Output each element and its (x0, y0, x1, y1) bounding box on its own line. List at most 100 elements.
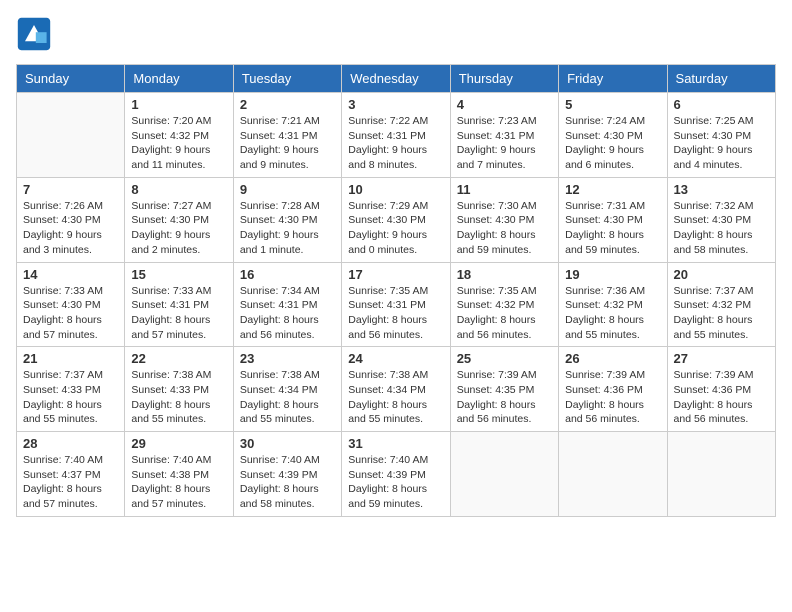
day-info: Sunrise: 7:29 AMSunset: 4:30 PMDaylight:… (348, 199, 443, 258)
day-cell: 28 Sunrise: 7:40 AMSunset: 4:37 PMDayligh… (17, 432, 125, 517)
day-cell: 13 Sunrise: 7:32 AMSunset: 4:30 PMDayligh… (667, 177, 775, 262)
day-number: 11 (457, 182, 552, 197)
day-number: 27 (674, 351, 769, 366)
day-cell: 31 Sunrise: 7:40 AMSunset: 4:39 PMDayligh… (342, 432, 450, 517)
header-thursday: Thursday (450, 65, 558, 93)
day-number: 24 (348, 351, 443, 366)
logo-icon (16, 16, 52, 52)
day-info: Sunrise: 7:33 AMSunset: 4:31 PMDaylight:… (131, 284, 226, 343)
day-info: Sunrise: 7:37 AMSunset: 4:32 PMDaylight:… (674, 284, 769, 343)
day-number: 29 (131, 436, 226, 451)
day-cell: 21 Sunrise: 7:37 AMSunset: 4:33 PMDayligh… (17, 347, 125, 432)
day-number: 19 (565, 267, 660, 282)
day-number: 13 (674, 182, 769, 197)
day-info: Sunrise: 7:40 AMSunset: 4:37 PMDaylight:… (23, 453, 118, 512)
week-row-3: 21 Sunrise: 7:37 AMSunset: 4:33 PMDayligh… (17, 347, 776, 432)
day-info: Sunrise: 7:24 AMSunset: 4:30 PMDaylight:… (565, 114, 660, 173)
day-number: 23 (240, 351, 335, 366)
day-cell: 16 Sunrise: 7:34 AMSunset: 4:31 PMDayligh… (233, 262, 341, 347)
day-number: 5 (565, 97, 660, 112)
day-cell (667, 432, 775, 517)
day-info: Sunrise: 7:40 AMSunset: 4:38 PMDaylight:… (131, 453, 226, 512)
header-monday: Monday (125, 65, 233, 93)
week-row-0: 1 Sunrise: 7:20 AMSunset: 4:32 PMDaylight… (17, 93, 776, 178)
header-row: SundayMondayTuesdayWednesdayThursdayFrid… (17, 65, 776, 93)
day-info: Sunrise: 7:23 AMSunset: 4:31 PMDaylight:… (457, 114, 552, 173)
day-number: 7 (23, 182, 118, 197)
day-info: Sunrise: 7:20 AMSunset: 4:32 PMDaylight:… (131, 114, 226, 173)
day-info: Sunrise: 7:34 AMSunset: 4:31 PMDaylight:… (240, 284, 335, 343)
day-cell: 4 Sunrise: 7:23 AMSunset: 4:31 PMDaylight… (450, 93, 558, 178)
day-number: 20 (674, 267, 769, 282)
day-cell: 25 Sunrise: 7:39 AMSunset: 4:35 PMDayligh… (450, 347, 558, 432)
day-info: Sunrise: 7:30 AMSunset: 4:30 PMDaylight:… (457, 199, 552, 258)
day-cell: 5 Sunrise: 7:24 AMSunset: 4:30 PMDaylight… (559, 93, 667, 178)
day-cell: 2Sunrise: 7:21 AMSunset: 4:31 PMDaylight… (233, 93, 341, 178)
header-sunday: Sunday (17, 65, 125, 93)
day-info: Sunrise: 7:35 AMSunset: 4:31 PMDaylight:… (348, 284, 443, 343)
day-info: Sunrise: 7:22 AMSunset: 4:31 PMDaylight:… (348, 114, 443, 173)
day-number: 14 (23, 267, 118, 282)
day-cell: 19 Sunrise: 7:36 AMSunset: 4:32 PMDayligh… (559, 262, 667, 347)
day-cell: 15 Sunrise: 7:33 AMSunset: 4:31 PMDayligh… (125, 262, 233, 347)
day-info: Sunrise: 7:38 AMSunset: 4:33 PMDaylight:… (131, 368, 226, 427)
day-info: Sunrise: 7:25 AMSunset: 4:30 PMDaylight:… (674, 114, 769, 173)
day-info: Sunrise: 7:27 AMSunset: 4:30 PMDaylight:… (131, 199, 226, 258)
day-info: Sunrise: 7:36 AMSunset: 4:32 PMDaylight:… (565, 284, 660, 343)
day-cell: 8 Sunrise: 7:27 AMSunset: 4:30 PMDaylight… (125, 177, 233, 262)
day-cell: 29 Sunrise: 7:40 AMSunset: 4:38 PMDayligh… (125, 432, 233, 517)
week-row-2: 14 Sunrise: 7:33 AMSunset: 4:30 PMDayligh… (17, 262, 776, 347)
day-cell: 11 Sunrise: 7:30 AMSunset: 4:30 PMDayligh… (450, 177, 558, 262)
day-cell: 1 Sunrise: 7:20 AMSunset: 4:32 PMDaylight… (125, 93, 233, 178)
day-number: 30 (240, 436, 335, 451)
week-row-4: 28 Sunrise: 7:40 AMSunset: 4:37 PMDayligh… (17, 432, 776, 517)
day-number: 8 (131, 182, 226, 197)
day-info: Sunrise: 7:31 AMSunset: 4:30 PMDaylight:… (565, 199, 660, 258)
day-number: 1 (131, 97, 226, 112)
day-number: 3 (348, 97, 443, 112)
day-number: 25 (457, 351, 552, 366)
day-info: Sunrise: 7:33 AMSunset: 4:30 PMDaylight:… (23, 284, 118, 343)
day-cell (559, 432, 667, 517)
header-tuesday: Tuesday (233, 65, 341, 93)
day-cell: 7 Sunrise: 7:26 AMSunset: 4:30 PMDaylight… (17, 177, 125, 262)
day-info: Sunrise: 7:35 AMSunset: 4:32 PMDaylight:… (457, 284, 552, 343)
day-cell: 30 Sunrise: 7:40 AMSunset: 4:39 PMDayligh… (233, 432, 341, 517)
week-row-1: 7 Sunrise: 7:26 AMSunset: 4:30 PMDaylight… (17, 177, 776, 262)
day-number: 4 (457, 97, 552, 112)
day-cell: 23 Sunrise: 7:38 AMSunset: 4:34 PMDayligh… (233, 347, 341, 432)
day-cell: 12 Sunrise: 7:31 AMSunset: 4:30 PMDayligh… (559, 177, 667, 262)
day-number: 18 (457, 267, 552, 282)
header-saturday: Saturday (667, 65, 775, 93)
day-info: Sunrise: 7:38 AMSunset: 4:34 PMDaylight:… (240, 368, 335, 427)
day-cell: 24 Sunrise: 7:38 AMSunset: 4:34 PMDayligh… (342, 347, 450, 432)
header-wednesday: Wednesday (342, 65, 450, 93)
day-info: Sunrise: 7:32 AMSunset: 4:30 PMDaylight:… (674, 199, 769, 258)
day-number: 2 (240, 97, 335, 112)
day-cell: 18 Sunrise: 7:35 AMSunset: 4:32 PMDayligh… (450, 262, 558, 347)
day-cell: 27 Sunrise: 7:39 AMSunset: 4:36 PMDayligh… (667, 347, 775, 432)
day-number: 21 (23, 351, 118, 366)
day-cell: 20 Sunrise: 7:37 AMSunset: 4:32 PMDayligh… (667, 262, 775, 347)
day-cell: 22 Sunrise: 7:38 AMSunset: 4:33 PMDayligh… (125, 347, 233, 432)
day-info: Sunrise: 7:40 AMSunset: 4:39 PMDaylight:… (348, 453, 443, 512)
day-cell: 6 Sunrise: 7:25 AMSunset: 4:30 PMDaylight… (667, 93, 775, 178)
day-number: 15 (131, 267, 226, 282)
day-number: 31 (348, 436, 443, 451)
day-info: Sunrise: 7:38 AMSunset: 4:34 PMDaylight:… (348, 368, 443, 427)
day-number: 22 (131, 351, 226, 366)
day-info: Sunrise: 7:39 AMSunset: 4:35 PMDaylight:… (457, 368, 552, 427)
day-info: Sunrise: 7:26 AMSunset: 4:30 PMDaylight:… (23, 199, 118, 258)
header (16, 16, 776, 52)
day-info: Sunrise: 7:37 AMSunset: 4:33 PMDaylight:… (23, 368, 118, 427)
day-info: Sunrise: 7:39 AMSunset: 4:36 PMDaylight:… (674, 368, 769, 427)
day-number: 12 (565, 182, 660, 197)
day-number: 28 (23, 436, 118, 451)
day-cell: 10Sunrise: 7:29 AMSunset: 4:30 PMDayligh… (342, 177, 450, 262)
day-number: 6 (674, 97, 769, 112)
day-info: Sunrise: 7:40 AMSunset: 4:39 PMDaylight:… (240, 453, 335, 512)
day-number: 9 (240, 182, 335, 197)
day-number: 16 (240, 267, 335, 282)
calendar-table: SundayMondayTuesdayWednesdayThursdayFrid… (16, 64, 776, 517)
logo (16, 16, 56, 52)
